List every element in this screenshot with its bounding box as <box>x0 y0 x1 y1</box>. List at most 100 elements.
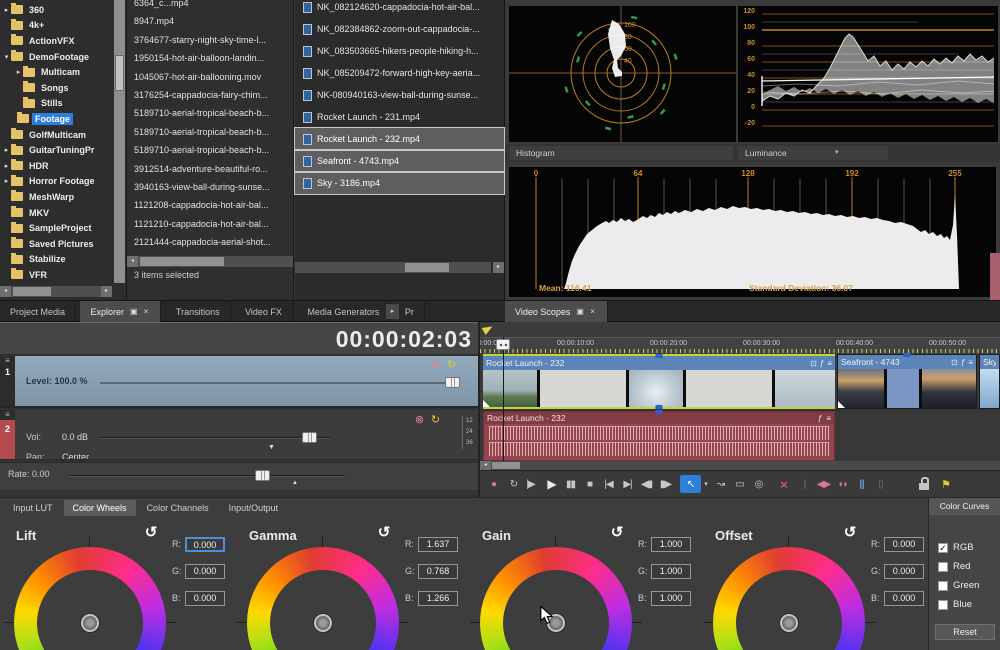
volume-value[interactable]: 0.0 dB <box>62 432 88 442</box>
checkbox[interactable] <box>938 562 948 572</box>
list-horizontal-scrollbar[interactable]: ◂ <box>127 256 293 267</box>
close-icon[interactable]: × <box>144 307 151 316</box>
tree-item[interactable]: ▸ HDR <box>0 158 112 174</box>
tab-color-wheels[interactable]: Color Wheels <box>64 500 136 516</box>
g-value-field[interactable]: 0.000 <box>884 564 924 579</box>
stop-button[interactable]: ■ <box>581 475 598 493</box>
goto-start-button[interactable]: |◀ <box>600 475 617 493</box>
tree-item[interactable]: MKV <box>0 205 112 221</box>
scroll-left-icon[interactable]: ◂ <box>480 461 491 470</box>
video-track-header[interactable]: ≡ 1 Level: 100.0 % ⊗ ↻ <box>0 356 478 408</box>
snap-button[interactable]: ▯ <box>872 475 889 493</box>
level-slider[interactable] <box>100 382 454 384</box>
tree-item[interactable]: ▸ GuitarTuningPr <box>0 142 112 158</box>
color-wheel[interactable] <box>470 537 642 650</box>
tree-item[interactable]: GolfMulticam <box>0 127 112 143</box>
play-from-start-button[interactable]: |▶ <box>522 475 539 493</box>
media-list-item[interactable]: NK_083503665-hikers-people-hiking-h... <box>295 40 504 62</box>
video-clip-rocket-launch[interactable]: Rocket Launch - 232 ⊡ ƒ ≡ <box>483 354 835 409</box>
g-value-field[interactable]: 0.000 <box>185 564 225 579</box>
scrollbar-thumb[interactable] <box>13 287 51 296</box>
track-mute-button[interactable]: ⊗ <box>413 414 426 427</box>
wheel-reset-button[interactable]: ↺ <box>841 523 859 541</box>
audio-track-header[interactable]: ≡ 2 Vol: 0.0 dB ▼ Pan: Center ⊗ ↻ 12 24 … <box>0 410 478 460</box>
expander-icon[interactable]: ▾ <box>2 53 11 61</box>
media-list-item[interactable]: Rocket Launch - 232.mp4 <box>295 128 504 150</box>
auto-crossfade-button[interactable]: ◖◗ <box>834 475 851 493</box>
file-list-item[interactable]: 3912514-adventure-beautiful-ro... <box>127 160 293 178</box>
r-value-field[interactable]: 1.637 <box>418 537 458 552</box>
file-list-item[interactable]: 8947.mp4 <box>127 12 293 30</box>
tree-item[interactable]: Stabilize <box>0 252 112 268</box>
tool-dropdown-button[interactable]: ▾ <box>701 475 710 493</box>
close-icon[interactable]: × <box>590 307 597 316</box>
hamburger-icon[interactable]: ≡ <box>0 410 15 420</box>
tab-color-curves[interactable]: Color Curves <box>929 498 1000 515</box>
tree-item[interactable]: ActionVFX <box>0 33 112 49</box>
tree-item[interactable]: VFR <box>0 267 112 283</box>
scrollbar-thumb[interactable] <box>492 462 520 469</box>
expander-icon[interactable]: ▸ <box>14 68 23 76</box>
media-list-item[interactable]: Seafront - 4743.mp4 <box>295 150 504 172</box>
tab-input-output[interactable]: Input/Output <box>220 500 288 516</box>
color-wheel[interactable] <box>237 537 409 650</box>
hamburger-icon[interactable]: ≡ <box>0 356 15 366</box>
marker-pencil-icon[interactable] <box>482 323 495 335</box>
scroll-right-icon[interactable]: ▸ <box>493 262 504 273</box>
wheel-handle[interactable] <box>780 614 798 632</box>
tree-item[interactable]: MeshWarp <box>0 189 112 205</box>
checkbox[interactable] <box>938 581 948 591</box>
file-list-item[interactable]: 3940163-view-ball-during-sunse... <box>127 178 293 196</box>
file-list-item[interactable]: 3176254-cappadocia-fairy-chim... <box>127 86 293 104</box>
clip-menu-icon[interactable]: ≡ <box>826 414 831 423</box>
expander-icon[interactable]: ▸ <box>2 146 11 154</box>
tree-item[interactable]: ▸ Multicam <box>0 64 112 80</box>
track-mute-button[interactable]: ⊗ <box>429 359 442 372</box>
timeline-ruler[interactable]: 00:00:00:0000:00:10:0000:00:20:0000:00:3… <box>480 337 1000 354</box>
scrollbar-thumb[interactable] <box>140 257 224 266</box>
file-list-item[interactable]: 1950154-hot-air-balloon-landin... <box>127 49 293 67</box>
file-list-item[interactable]: 1121210-cappadocia-hot-air-bal... <box>127 215 293 233</box>
clip-handle[interactable] <box>904 353 911 357</box>
tree-item[interactable]: ▸ Horror Footage <box>0 174 112 190</box>
file-list-item[interactable]: 1045067-hot-air-ballooning.mov <box>127 68 293 86</box>
hue-ring[interactable] <box>14 547 166 650</box>
file-list-item[interactable]: 3764677-starry-night-sky-time-l... <box>127 31 293 49</box>
media-list-item[interactable]: NK-080940163-view-ball-during-sunse... <box>295 84 504 106</box>
volume-slider-handle[interactable] <box>302 432 317 443</box>
wheel-reset-button[interactable]: ↺ <box>608 523 626 541</box>
tab-project-media[interactable]: Project Media ▣ × <box>0 301 76 322</box>
channel-checkbox-row[interactable]: RGB <box>938 542 979 553</box>
r-value-field[interactable]: 0.000 <box>185 537 225 552</box>
play-button[interactable]: ▶ <box>543 475 560 493</box>
tree-item[interactable]: Songs <box>0 80 112 96</box>
b-value-field[interactable]: 0.000 <box>884 591 924 606</box>
pan-crop-icon[interactable]: ⊡ <box>951 358 958 367</box>
expander-icon[interactable]: ▸ <box>2 177 11 185</box>
clip-header[interactable]: Rocket Launch - 232 ⊡ ƒ ≡ <box>483 356 835 370</box>
tab-transitions[interactable]: Transitions ▣ × <box>166 301 231 322</box>
hue-ring[interactable] <box>480 547 632 650</box>
scrollbar-thumb[interactable] <box>405 263 449 272</box>
expander-icon[interactable]: ▸ <box>2 6 11 14</box>
scroll-left-icon[interactable]: ◂ <box>127 256 138 267</box>
pause-button[interactable]: ▮▮ <box>562 475 579 493</box>
envelope-tool-button[interactable]: ↝ <box>712 475 729 493</box>
goto-end-button[interactable]: ▶| <box>619 475 636 493</box>
video-clip-seafront[interactable]: Seafront - 4743 ⊡ ƒ ≡ <box>837 354 977 409</box>
tab-input-lut[interactable]: Input LUT <box>4 500 62 516</box>
playhead-line[interactable] <box>503 337 504 461</box>
track-grip[interactable]: ≡ 1 <box>0 356 15 406</box>
tree-item[interactable]: Stills <box>0 96 112 112</box>
record-button[interactable]: ● <box>485 475 502 493</box>
track-solo-button[interactable]: ↻ <box>445 359 458 372</box>
tab-media-generators[interactable]: Media Generators ▣ × <box>297 301 390 322</box>
expander-icon[interactable]: ▸ <box>2 162 11 170</box>
wheel-handle[interactable] <box>314 614 332 632</box>
level-slider-handle[interactable] <box>445 377 460 388</box>
clip-handle[interactable] <box>656 405 663 409</box>
loop-playback-button[interactable]: ↻ <box>505 475 522 493</box>
file-list-item[interactable]: 5189710-aerial-tropical-beach-b... <box>127 123 293 141</box>
lock-button[interactable] <box>915 475 932 493</box>
tab-color-channels[interactable]: Color Channels <box>138 500 218 516</box>
